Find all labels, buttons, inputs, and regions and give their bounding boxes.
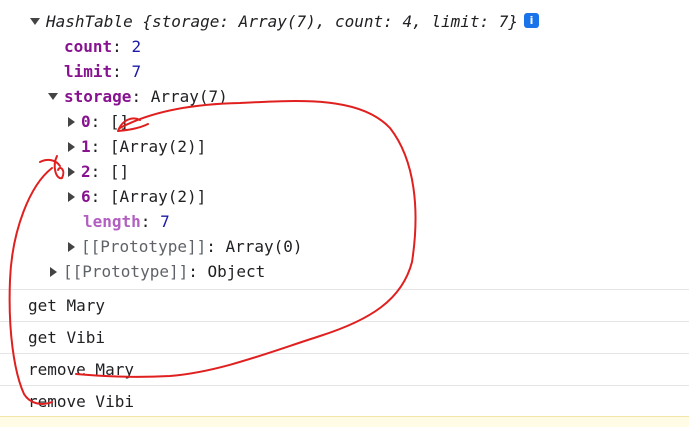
console-log-line: remove Vibi [0,385,689,417]
console-log-line: get Mary [0,289,689,321]
expand-triangle-icon[interactable] [68,241,75,252]
console-log-line: remove Mary [0,353,689,385]
object-class-name: HashTable [46,12,133,31]
property-limit: limit: 7 [64,62,142,81]
property-length: length: 7 [83,212,170,231]
hashtable-header[interactable]: HashTable {storage: Array(7), count: 4, … [30,10,540,34]
object-summary: {storage: Array(7), count: 4, limit: 7} [142,12,519,31]
expand-triangle-icon[interactable] [68,141,75,152]
expand-triangle-icon[interactable] [68,191,75,202]
collapse-triangle-icon[interactable] [30,18,40,25]
storage-entry[interactable]: 2: [] [68,160,129,184]
storage-entry[interactable]: 6: [Array(2)] [68,185,206,209]
console-log-line: get Vibi [0,321,689,353]
expand-triangle-icon[interactable] [68,166,75,177]
collapse-triangle-icon[interactable] [48,93,58,100]
info-icon[interactable]: i [524,13,540,28]
expand-triangle-icon[interactable] [68,116,75,127]
property-count: count: 2 [64,37,142,56]
expand-triangle-icon[interactable] [50,266,57,277]
warning-strip [0,416,689,427]
storage-entry[interactable]: 1: [Array(2)] [68,135,206,159]
property-storage[interactable]: storage: Array(7) [48,85,228,109]
object-prototype[interactable]: [[Prototype]]: Object [50,260,265,284]
storage-entry[interactable]: 0: [] [68,110,129,134]
array-prototype[interactable]: [[Prototype]]: Array(0) [68,235,303,259]
